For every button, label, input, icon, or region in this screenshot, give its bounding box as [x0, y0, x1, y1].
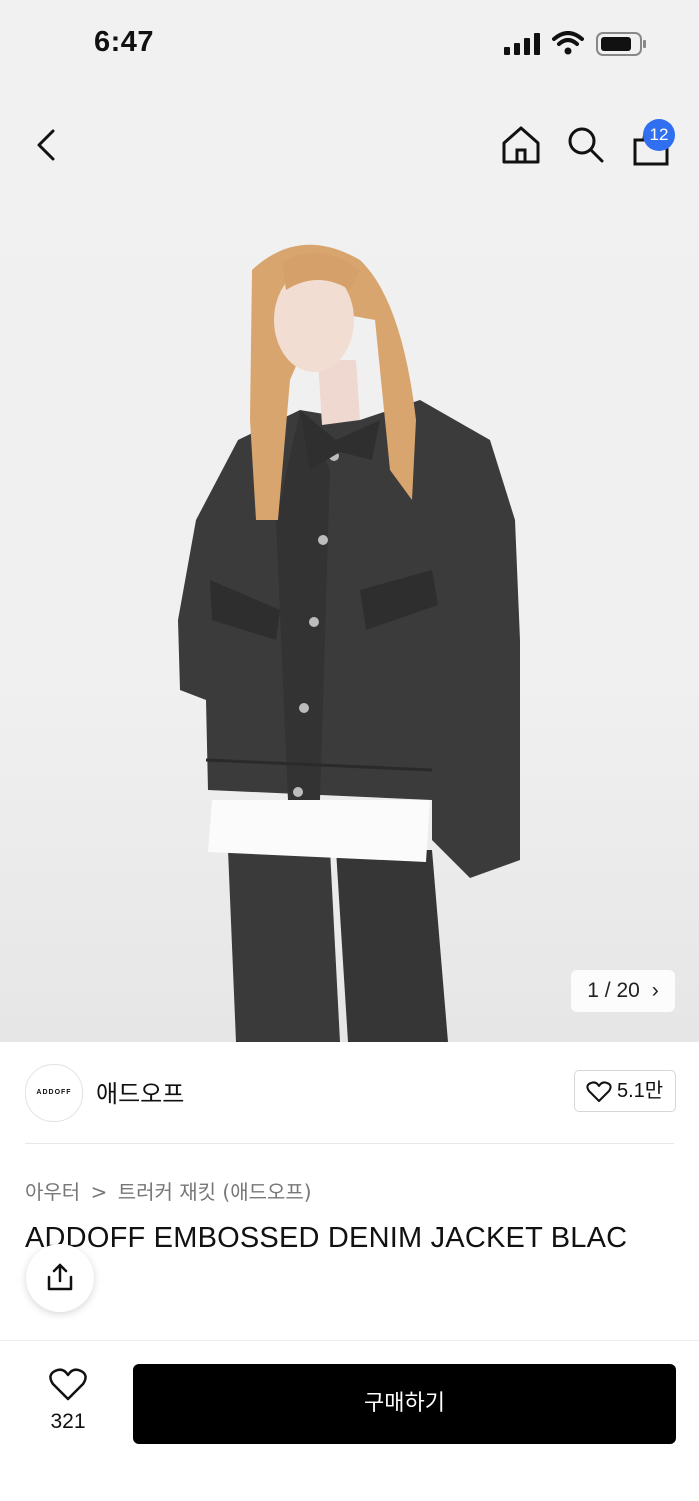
status-time: 6:47	[94, 26, 155, 58]
breadcrumb: 아우터 > 트러커 재킷 (애드오프)	[25, 1176, 312, 1205]
cart-count-badge: 12	[643, 119, 675, 151]
wish-button[interactable]	[30, 1368, 106, 1406]
brand-logo[interactable]: ADDOFF	[25, 1064, 83, 1122]
buy-button[interactable]: 구매하기	[133, 1364, 676, 1444]
brand-like-button[interactable]: 5.1만	[574, 1070, 676, 1112]
product-title: ADDOFF EMBOSSED DENIM JACKET BLAC	[25, 1222, 628, 1254]
back-icon[interactable]	[30, 126, 64, 166]
status-bar: 6:47	[0, 0, 699, 90]
signal-icon	[504, 33, 540, 55]
divider	[25, 1143, 674, 1144]
heart-icon	[586, 1081, 612, 1102]
home-icon[interactable]	[500, 124, 542, 166]
breadcrumb-subcategory[interactable]: 트러커 재킷 (애드오프)	[118, 1180, 312, 1204]
breadcrumb-category[interactable]: 아우터	[25, 1180, 80, 1204]
brand-name[interactable]: 애드오프	[96, 1074, 184, 1109]
wifi-icon	[552, 31, 584, 55]
breadcrumb-separator: >	[90, 1180, 108, 1204]
chevron-right-icon: ›	[651, 979, 659, 1002]
search-icon[interactable]	[565, 124, 607, 166]
brand-like-count: 5.1만	[617, 1080, 664, 1102]
heart-icon	[49, 1368, 87, 1401]
image-counter-text: 1 / 20	[587, 979, 640, 1002]
share-button[interactable]	[26, 1244, 94, 1312]
wish-count: 321	[50, 1410, 86, 1433]
battery-icon	[596, 32, 646, 56]
share-icon	[47, 1263, 73, 1291]
image-counter[interactable]: 1 / 20 ›	[571, 970, 675, 1012]
